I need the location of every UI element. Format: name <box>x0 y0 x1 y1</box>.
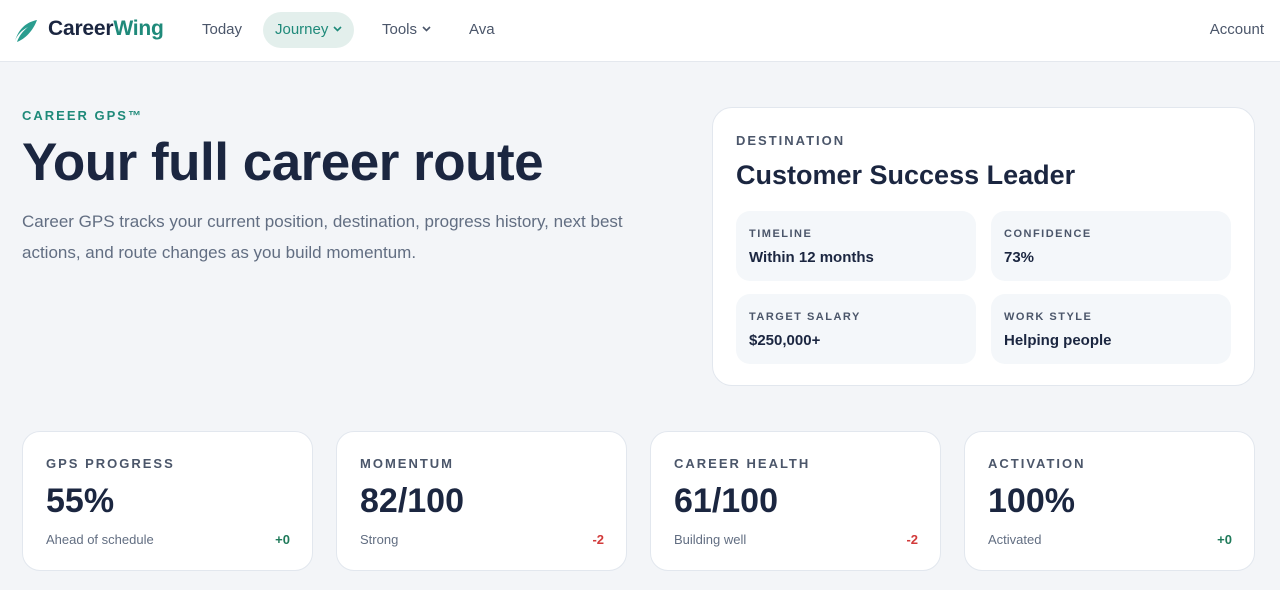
brand-accent: Wing <box>113 17 164 40</box>
stat-subtext: Activated <box>988 532 1042 547</box>
tile-label: TIMELINE <box>749 228 813 240</box>
tile-label: TARGET SALARY <box>749 311 861 323</box>
nav-tools-label: Tools <box>382 21 418 38</box>
confidence-tile: CONFIDENCE 73% <box>991 211 1231 281</box>
stat-delta: +0 <box>275 532 290 547</box>
stat-label: CAREER HEALTH <box>674 456 811 471</box>
stat-card-activation: ACTIVATION 100% Activated +0 <box>964 431 1255 571</box>
tile-value: Helping people <box>1004 332 1112 349</box>
destination-card: DESTINATION Customer Success Leader TIME… <box>712 107 1255 386</box>
tile-value: 73% <box>1004 249 1035 266</box>
feather-logo-icon[interactable] <box>13 19 39 43</box>
nav-journey-label: Journey <box>275 21 329 38</box>
stat-card-career-health: CAREER HEALTH 61/100 Building well -2 <box>650 431 941 571</box>
nav-tools[interactable]: Tools <box>370 12 443 48</box>
page-title: Your full career route <box>22 133 544 192</box>
work-style-tile: WORK STYLE Helping people <box>991 294 1231 364</box>
nav-ava[interactable]: Ava <box>457 12 507 48</box>
stat-subtext: Strong <box>360 532 399 547</box>
stat-card-gps-progress: GPS PROGRESS 55% Ahead of schedule +0 <box>22 431 313 571</box>
stat-subtext: Ahead of schedule <box>46 532 154 547</box>
tile-value: $250,000+ <box>749 332 821 349</box>
nav-today-label: Today <box>202 21 243 38</box>
stat-delta: -2 <box>906 532 918 547</box>
tile-label: CONFIDENCE <box>1004 228 1092 240</box>
brand-name[interactable]: CareerWing <box>48 17 164 41</box>
chevron-down-icon <box>422 26 431 32</box>
account-link[interactable]: Account <box>1210 21 1264 38</box>
stat-label: MOMENTUM <box>360 456 454 471</box>
hero-description: Career GPS tracks your current position,… <box>22 212 623 262</box>
stat-delta: -2 <box>592 532 604 547</box>
stat-value: 61/100 <box>674 482 778 520</box>
chevron-down-icon <box>333 26 342 32</box>
nav-today[interactable]: Today <box>190 12 254 48</box>
tile-value: Within 12 months <box>749 249 874 266</box>
top-nav: CareerWing Today Journey Tools Ava Accou… <box>0 0 1280 62</box>
nav-ava-label: Ava <box>469 21 495 38</box>
brand-main: Career <box>48 17 114 40</box>
stat-value: 100% <box>988 482 1075 520</box>
stat-label: ACTIVATION <box>988 456 1086 471</box>
destination-label: DESTINATION <box>736 133 846 148</box>
stat-label: GPS PROGRESS <box>46 456 175 471</box>
stat-subtext: Building well <box>674 532 747 547</box>
timeline-tile: TIMELINE Within 12 months <box>736 211 976 281</box>
stat-value: 82/100 <box>360 482 464 520</box>
stat-card-momentum: MOMENTUM 82/100 Strong -2 <box>336 431 627 571</box>
destination-title: Customer Success Leader <box>736 160 1076 190</box>
target-salary-tile: TARGET SALARY $250,000+ <box>736 294 976 364</box>
stat-value: 55% <box>46 482 115 520</box>
hero-eyebrow: CAREER GPS™ <box>22 108 143 123</box>
nav-journey[interactable]: Journey <box>263 12 355 48</box>
tile-label: WORK STYLE <box>1004 311 1093 323</box>
stat-delta: +0 <box>1217 532 1232 547</box>
